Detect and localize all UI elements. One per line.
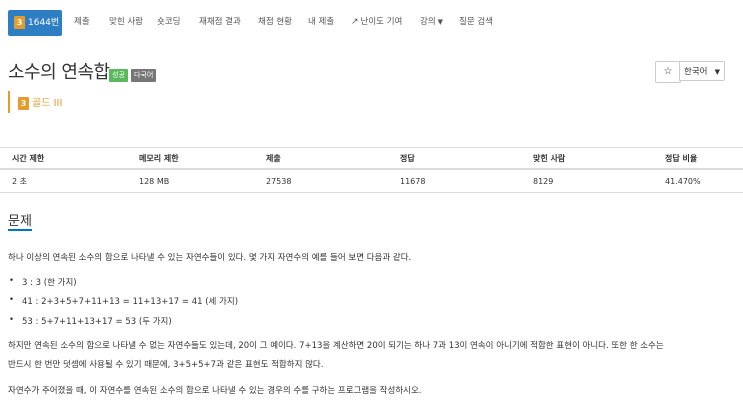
caret-down-icon: ▼	[714, 68, 720, 76]
tier-icon: 3	[18, 96, 29, 110]
nav-difficulty-label: 난이도 기여	[360, 17, 403, 27]
caret-down-icon: ▼	[437, 18, 444, 26]
table-cell: 27538	[254, 169, 388, 193]
table-row: 2 초 128 MB 27538 11678 8129 41.470%	[0, 169, 743, 193]
problem-nav: 3 1644번 제출 맞힌 사람 숏코딩 재채점 결과 채점 현황 내 제출 ↗ 난…	[0, 0, 743, 45]
problem-paragraph: 자연수가 주어졌을 때, 이 자연수를 연속된 소수의 합으로 나타낼 수 있는…	[8, 386, 422, 396]
problem-intro-text: 하나 이상의 연속된 소수의 합으로 나타낼 수 있는 자연수들이 있다. 몇 …	[8, 253, 412, 263]
tier-accent-bar	[8, 91, 10, 113]
nav-problem-number: 1644번	[28, 18, 60, 28]
nav-my-submissions[interactable]: 내 제출	[308, 0, 334, 45]
section-underline	[8, 229, 32, 231]
tier-label-text: 골드 III	[32, 98, 63, 109]
language-select-value: 한국어	[684, 67, 708, 77]
table-header: 정답 비율	[653, 147, 743, 170]
problem-paragraph-line: 반드시 한 번만 덧셈에 사용될 수 있기 때문에, 3+5+5+7과 같은 표…	[8, 360, 324, 370]
list-item: 41 : 2+3+5+7+11+13 = 11+13+17 = 41 (세 가지…	[9, 295, 238, 307]
problem-paragraph-line: 하지만 연속된 소수의 합으로 나타낼 수 없는 자연수들도 있는데, 20이 …	[8, 341, 664, 351]
table-header: 정답	[388, 147, 521, 170]
nav-question-search[interactable]: 질문 검색	[459, 0, 493, 45]
nav-judge-status[interactable]: 채점 현황	[258, 0, 292, 45]
table-header: 메모리 제한	[127, 147, 254, 170]
problem-info-table: 시간 제한 메모리 제한 제출 정답 맞힌 사람 정답 비율 2 초 128 M…	[0, 147, 743, 193]
nav-solved-users[interactable]: 맞힌 사람	[109, 0, 143, 45]
nav-submit[interactable]: 제출	[74, 0, 90, 45]
table-cell: 128 MB	[127, 169, 254, 193]
table-header: 제출	[254, 147, 388, 170]
external-link-icon: ↗	[351, 17, 359, 27]
tier-label: 3 골드 III	[18, 94, 62, 110]
table-cell: 11678	[388, 169, 521, 193]
nav-difficulty-contribution[interactable]: ↗ 난이도 기여	[351, 0, 402, 45]
section-title: 문제	[8, 214, 32, 229]
status-badge-success: 성공	[109, 69, 128, 82]
nav-lectures[interactable]: 강의 ▼	[420, 0, 443, 45]
nav-lectures-label: 강의	[420, 17, 436, 27]
tier-icon: 3	[14, 16, 25, 29]
table-header-row: 시간 제한 메모리 제한 제출 정답 맞힌 사람 정답 비율	[0, 147, 743, 170]
status-badge-multilang: 다국어	[131, 69, 157, 82]
list-item: 3 : 3 (한 가지)	[9, 276, 76, 288]
nav-problem-tab[interactable]: 3 1644번	[8, 10, 62, 36]
nav-short-coding[interactable]: 숏코딩	[157, 0, 180, 45]
favorite-star-button[interactable]: ☆	[655, 61, 681, 83]
language-select[interactable]: 한국어 ▼	[679, 61, 725, 81]
table-cell: 8129	[521, 169, 653, 193]
table-header: 시간 제한	[0, 147, 127, 170]
table-header: 맞힌 사람	[521, 147, 653, 170]
page-title: 소수의 연속합	[8, 62, 110, 83]
list-item: 53 : 5+7+11+13+17 = 53 (두 가지)	[9, 315, 172, 327]
table-cell: 41.470%	[653, 169, 743, 193]
nav-rejudge-results[interactable]: 재채점 결과	[199, 0, 241, 45]
table-cell: 2 초	[0, 169, 127, 193]
